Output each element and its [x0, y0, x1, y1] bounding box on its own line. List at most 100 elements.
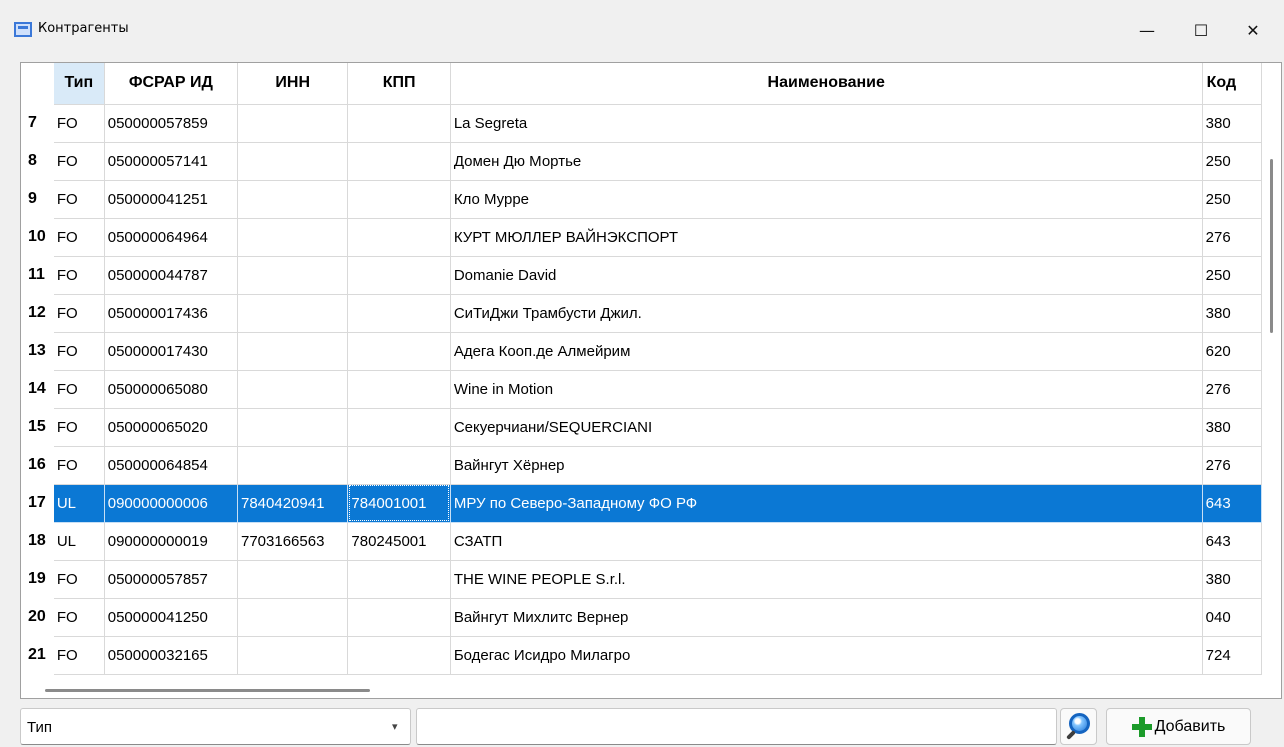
cell-code[interactable]: 643 — [1202, 484, 1262, 523]
row-number[interactable]: 19 — [21, 560, 54, 598]
cell-fsrar-id[interactable]: 090000000019 — [104, 522, 238, 561]
search-button[interactable] — [1060, 708, 1097, 745]
cell-name[interactable]: Секуерчиани/SEQUERCIANI — [450, 408, 1203, 447]
cell-kpp[interactable] — [347, 408, 451, 447]
cell-type[interactable]: FO — [53, 142, 105, 181]
cell-code[interactable]: 040 — [1202, 598, 1262, 637]
col-header-kpp[interactable]: КПП — [347, 63, 451, 105]
table-row[interactable]: 15 FO 050000065020 Секуерчиани/SEQUERCIANI 3… — [21, 408, 1262, 447]
row-number[interactable]: 13 — [21, 332, 54, 370]
col-header-name[interactable]: Наименование — [450, 63, 1203, 105]
col-header-code[interactable]: Код — [1202, 63, 1262, 105]
row-number[interactable]: 15 — [21, 408, 54, 446]
cell-kpp[interactable]: 780245001 — [347, 522, 451, 561]
table-row[interactable]: 11 FO 050000044787 Domanie David 250 — [21, 256, 1262, 295]
cell-inn[interactable] — [237, 370, 349, 409]
cell-kpp[interactable] — [347, 104, 451, 143]
cell-code[interactable]: 380 — [1202, 560, 1262, 599]
row-number[interactable]: 9 — [21, 180, 54, 218]
table-row[interactable]: 18 UL 090000000019 7703166563 780245001 СЗАТП… — [21, 522, 1262, 561]
cell-type[interactable]: FO — [53, 408, 105, 447]
cell-inn[interactable] — [237, 294, 349, 333]
search-input[interactable] — [417, 709, 1056, 744]
row-number[interactable]: 20 — [21, 598, 54, 636]
cell-type[interactable]: FO — [53, 446, 105, 485]
cell-code[interactable]: 250 — [1202, 256, 1262, 295]
row-number[interactable]: 8 — [21, 142, 54, 180]
cell-name[interactable]: Вайнгут Хёрнер — [450, 446, 1203, 485]
table-row[interactable]: 8 FO 050000057141 Домен Дю Мортье 250 — [21, 142, 1262, 181]
cell-inn[interactable] — [237, 142, 349, 181]
vertical-scrollbar[interactable] — [1262, 63, 1281, 681]
cell-fsrar-id[interactable]: 050000064854 — [104, 446, 238, 485]
cell-code[interactable]: 620 — [1202, 332, 1262, 371]
cell-code[interactable]: 276 — [1202, 370, 1262, 409]
add-button[interactable]: Добавить — [1106, 708, 1251, 745]
row-number[interactable]: 12 — [21, 294, 54, 332]
cell-fsrar-id[interactable]: 050000064964 — [104, 218, 238, 257]
col-header-type[interactable]: Тип — [53, 63, 105, 105]
close-button[interactable]: ✕ — [1230, 10, 1276, 50]
cell-code[interactable]: 380 — [1202, 294, 1262, 333]
cell-fsrar-id[interactable]: 050000017436 — [104, 294, 238, 333]
cell-fsrar-id[interactable]: 050000065020 — [104, 408, 238, 447]
col-header-inn[interactable]: ИНН — [237, 63, 349, 105]
cell-kpp[interactable] — [347, 332, 451, 371]
cell-name[interactable]: Адега Кооп.де Алмейрим — [450, 332, 1203, 371]
cell-fsrar-id[interactable]: 050000057141 — [104, 142, 238, 181]
cell-name[interactable]: Domanie David — [450, 256, 1203, 295]
table-row[interactable]: 10 FO 050000064964 КУРТ МЮЛЛЕР ВАЙНЭКСПОРТ 2… — [21, 218, 1262, 257]
cell-kpp[interactable]: 784001001 — [347, 484, 451, 523]
cell-fsrar-id[interactable]: 050000044787 — [104, 256, 238, 295]
cell-type[interactable]: FO — [53, 560, 105, 599]
cell-kpp[interactable] — [347, 560, 451, 599]
horizontal-scrollbar[interactable] — [21, 681, 1262, 698]
row-number[interactable]: 17 — [21, 484, 54, 522]
row-header-corner[interactable] — [21, 63, 54, 104]
cell-inn[interactable]: 7840420941 — [237, 484, 349, 523]
cell-name[interactable]: Кло Мурре — [450, 180, 1203, 219]
table-row[interactable]: 19 FO 050000057857 THE WINE PEOPLE S.r.l. 38… — [21, 560, 1262, 599]
table-row[interactable]: 13 FO 050000017430 Адега Кооп.де Алмейрим 62… — [21, 332, 1262, 371]
cell-inn[interactable] — [237, 560, 349, 599]
table-row[interactable]: 21 FO 050000032165 Бодегас Исидро Милагро 72… — [21, 636, 1262, 675]
minimize-button[interactable]: — — [1124, 10, 1170, 50]
table-row[interactable]: 20 FO 050000041250 Вайнгут Михлитс Вернер 04… — [21, 598, 1262, 637]
cell-type[interactable]: FO — [53, 218, 105, 257]
cell-type[interactable]: FO — [53, 598, 105, 637]
cell-name[interactable]: La Segreta — [450, 104, 1203, 143]
row-number[interactable]: 18 — [21, 522, 54, 560]
cell-kpp[interactable] — [347, 142, 451, 181]
cell-code[interactable]: 380 — [1202, 408, 1262, 447]
cell-inn[interactable] — [237, 408, 349, 447]
cell-inn[interactable] — [237, 104, 349, 143]
cell-inn[interactable] — [237, 218, 349, 257]
cell-kpp[interactable] — [347, 446, 451, 485]
cell-inn[interactable] — [237, 332, 349, 371]
cell-inn[interactable] — [237, 636, 349, 675]
table-row[interactable]: 16 FO 050000064854 Вайнгут Хёрнер 276 — [21, 446, 1262, 485]
cell-name[interactable]: Wine in Motion — [450, 370, 1203, 409]
horizontal-scroll-thumb[interactable] — [45, 689, 370, 692]
cell-fsrar-id[interactable]: 050000032165 — [104, 636, 238, 675]
cell-fsrar-id[interactable]: 090000000006 — [104, 484, 238, 523]
cell-type[interactable]: FO — [53, 104, 105, 143]
cell-name[interactable]: Бодегас Исидро Милагро — [450, 636, 1203, 675]
cell-inn[interactable] — [237, 180, 349, 219]
cell-code[interactable]: 250 — [1202, 180, 1262, 219]
cell-fsrar-id[interactable]: 050000041250 — [104, 598, 238, 637]
cell-name[interactable]: МРУ по Северо-Западному ФО РФ — [450, 484, 1203, 523]
cell-fsrar-id[interactable]: 050000065080 — [104, 370, 238, 409]
cell-fsrar-id[interactable]: 050000017430 — [104, 332, 238, 371]
cell-inn[interactable] — [237, 598, 349, 637]
cell-type[interactable]: FO — [53, 256, 105, 295]
filter-field-select[interactable]: Тип ▾ — [20, 708, 411, 745]
cell-kpp[interactable] — [347, 598, 451, 637]
cell-code[interactable]: 643 — [1202, 522, 1262, 561]
cell-kpp[interactable] — [347, 218, 451, 257]
row-number[interactable]: 10 — [21, 218, 54, 256]
cell-code[interactable]: 276 — [1202, 446, 1262, 485]
cell-type[interactable]: FO — [53, 370, 105, 409]
cell-kpp[interactable] — [347, 370, 451, 409]
cell-name[interactable]: THE WINE PEOPLE S.r.l. — [450, 560, 1203, 599]
